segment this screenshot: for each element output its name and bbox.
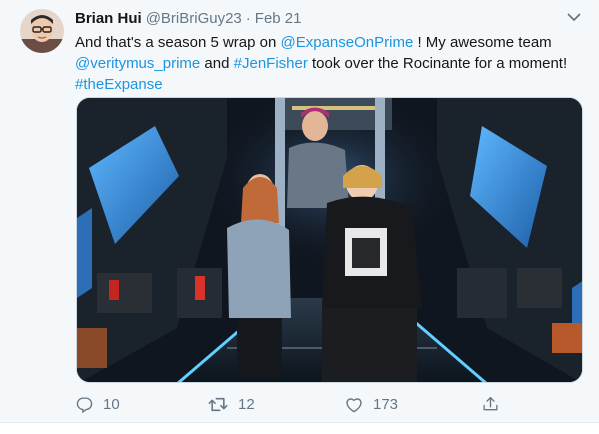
hashtag-link[interactable]: #JenFisher: [234, 55, 308, 72]
hashtag-link[interactable]: #theExpanse: [75, 76, 163, 93]
mention-link[interactable]: @veritymus_prime: [75, 55, 200, 72]
reply-button[interactable]: 10: [76, 393, 120, 415]
share-button[interactable]: [482, 393, 499, 415]
tweet-text: And that's a season 5 wrap on @ExpanseOn…: [75, 32, 590, 95]
heart-icon: [346, 397, 362, 412]
like-button[interactable]: 173: [345, 393, 398, 415]
reply-count: 10: [103, 395, 120, 413]
author-name[interactable]: Brian Hui: [75, 10, 142, 28]
more-options-button[interactable]: [565, 8, 583, 26]
tweet-text-segment: and: [200, 55, 234, 72]
tweet-text-segment: ! My awesome team: [413, 34, 552, 51]
tweet-text-segment: took over the Rocinante for a moment!: [307, 55, 568, 72]
photo-image: [77, 98, 582, 382]
retweet-count: 12: [238, 395, 255, 413]
avatar[interactable]: [20, 9, 64, 53]
like-count: 173: [373, 395, 399, 413]
tweet-actions: 10 12 173: [76, 393, 506, 415]
retweet-button[interactable]: 12: [208, 393, 255, 415]
tweet-header: Brian Hui @BriBriGuy23 · Feb 21: [75, 10, 301, 28]
tweet-text-segment: And that's a season 5 wrap on: [75, 34, 281, 51]
chevron-down-icon: [567, 13, 581, 21]
author-handle[interactable]: @BriBriGuy23: [146, 10, 242, 28]
avatar-image: [20, 9, 64, 53]
tweet-photo[interactable]: [76, 97, 583, 383]
header-separator: ·: [245, 10, 251, 27]
tweet-divider: [0, 422, 599, 423]
tweet-date[interactable]: Feb 21: [255, 10, 302, 28]
retweet-icon: [208, 397, 228, 411]
tweet-card[interactable]: Brian Hui @BriBriGuy23 · Feb 21 And that…: [0, 0, 599, 422]
share-icon: [483, 396, 498, 411]
reply-icon: [76, 396, 93, 413]
mention-link[interactable]: @ExpanseOnPrime: [281, 34, 414, 51]
